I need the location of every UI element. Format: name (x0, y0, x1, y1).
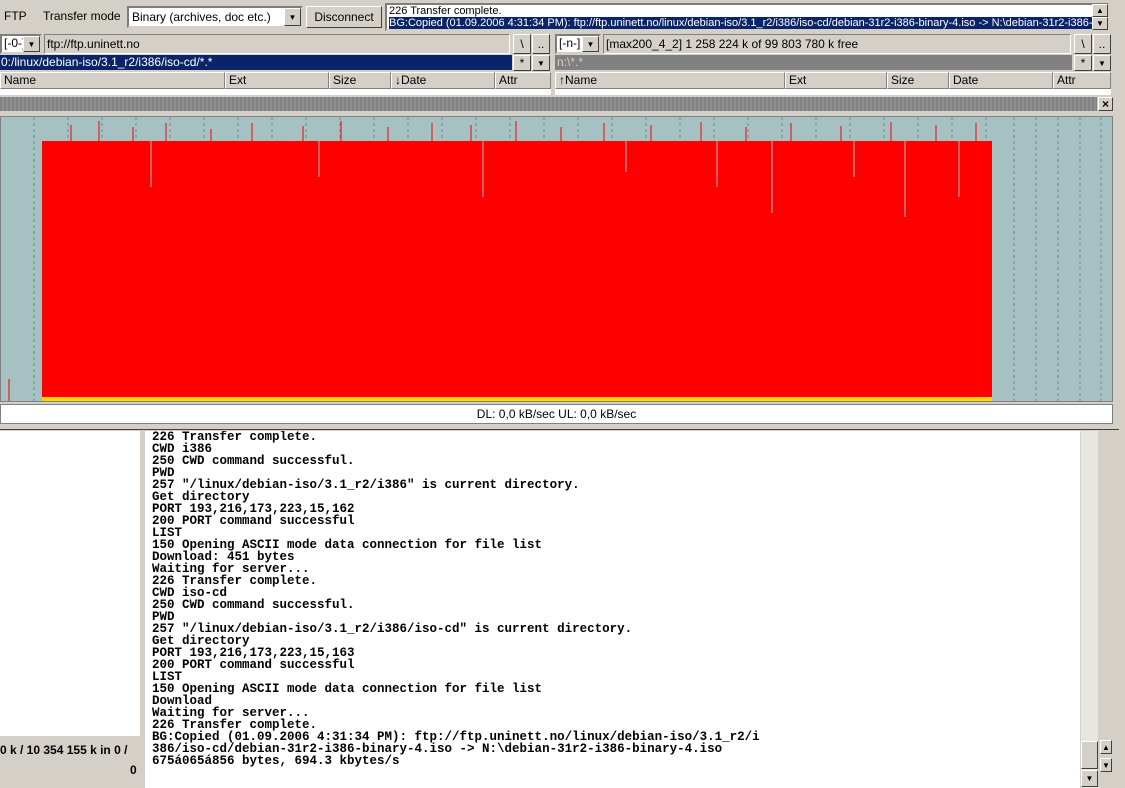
right-lower-scrollbar[interactable]: ▲ ▼ (1100, 740, 1112, 788)
graph-status-bar: DL: 0,0 kB/sec UL: 0,0 kB/sec (0, 404, 1113, 424)
right-filter-button[interactable]: * (1074, 55, 1092, 71)
column-ext[interactable]: Ext (225, 72, 329, 89)
log-line: 200 PORT command successful (152, 514, 355, 528)
ftp-label: FTP (4, 9, 27, 23)
scroll-down-icon[interactable]: ▼ (1100, 758, 1112, 772)
log-line: 150 Opening ASCII mode data connection f… (152, 682, 543, 696)
right-column-header: ↑Name Ext Size Date Attr (555, 72, 1111, 89)
scroll-down-icon[interactable]: ▼ (1092, 17, 1108, 30)
right-path-bar[interactable]: n:\*.* (555, 55, 1072, 70)
download-rate-area (42, 141, 992, 399)
column-size[interactable]: Size (329, 72, 391, 89)
column-ext[interactable]: Ext (785, 72, 887, 89)
right-up-button[interactable]: .. (1093, 34, 1111, 54)
column-attr[interactable]: Attr (495, 72, 551, 89)
transfer-mode-value: Binary (archives, doc etc.) (132, 10, 271, 24)
left-filter-dropdown[interactable]: ▼ (532, 55, 550, 71)
status-line: 226 Transfer complete. (389, 5, 502, 17)
log-line: 226 Transfer complete. (152, 431, 318, 444)
log-scrollbar[interactable]: ▼ (1081, 431, 1098, 788)
log-line: 250 CWD command successful. (152, 598, 355, 612)
column-date[interactable]: Date (949, 72, 1053, 89)
transfer-mode-select[interactable]: Binary (archives, doc etc.) ▼ (127, 6, 303, 28)
right-filter-dropdown[interactable]: ▼ (1093, 55, 1111, 71)
left-drive-select[interactable]: [-0-] ▼ (0, 34, 42, 54)
graph-titlebar[interactable] (0, 97, 1097, 111)
chevron-down-icon[interactable]: ▼ (284, 8, 301, 26)
scroll-up-icon[interactable]: ▲ (1100, 740, 1112, 754)
transfer-mode-label: Transfer mode (43, 9, 121, 23)
graph-window: × DL: 0,0 kB/sec UL: 0,0 kB/sec (0, 95, 1119, 430)
chevron-down-icon[interactable]: ▼ (23, 36, 40, 52)
column-date[interactable]: ↓Date (391, 72, 495, 89)
bandwidth-graph (8, 117, 1102, 401)
column-name[interactable]: Name (0, 72, 225, 89)
right-volume-text: [max200_4_2] 1 258 224 k of 99 803 780 k… (606, 37, 859, 51)
left-host-text: ftp://ftp.uninett.no (47, 37, 140, 51)
scroll-down-icon[interactable]: ▼ (1081, 770, 1098, 787)
left-path-bar[interactable]: 0:/linux/debian-iso/3.1_r2/i386/iso-cd/*… (0, 55, 512, 70)
status-scrollbar[interactable]: ▲ ▼ (1092, 4, 1108, 30)
transfer-rate-text: DL: 0,0 kB/sec UL: 0,0 kB/sec (476, 407, 637, 421)
left-root-button[interactable]: \ (513, 34, 531, 54)
left-host-label: ftp://ftp.uninett.no (44, 34, 510, 54)
status-line-selected[interactable]: BG:Copied (01.09.2006 4:31:34 PM): ftp:/… (389, 17, 1107, 29)
left-filter-button[interactable]: * (513, 55, 531, 71)
right-drive-select[interactable]: [-n-] ▼ (555, 34, 601, 54)
left-status-text: 0 k / 10 354 155 k in 0 / (0, 743, 128, 757)
scroll-up-icon[interactable]: ▲ (1092, 4, 1108, 17)
log-line: 226 Transfer complete. (152, 574, 318, 588)
column-size[interactable]: Size (887, 72, 949, 89)
column-name[interactable]: ↑Name (555, 72, 785, 89)
download-rate-spikes (70, 121, 977, 141)
transfer-status-box: 226 Transfer complete. BG:Copied (01.09.… (385, 3, 1109, 31)
left-count: 0 (130, 763, 137, 777)
ftp-log[interactable]: 226 Transfer complete. CWD i386 250 CWD co… (145, 431, 1080, 788)
log-line: 257 "/linux/debian-iso/3.1_r2/i386/iso-c… (152, 622, 633, 636)
left-up-button[interactable]: .. (532, 34, 550, 54)
disconnect-button[interactable]: Disconnect (306, 6, 382, 28)
left-lower-panel (0, 431, 140, 736)
scroll-thumb[interactable] (1081, 741, 1098, 769)
left-path-text: 0:/linux/debian-iso/3.1_r2/i386/iso-cd/*… (1, 55, 213, 69)
right-drive-value: [-n-] (559, 36, 581, 50)
log-line: 250 CWD command successful. (152, 454, 355, 468)
graph-canvas (0, 116, 1113, 402)
log-line: 200 PORT command successful (152, 658, 355, 672)
log-lines: 226 Transfer complete. CWD i386 250 CWD co… (152, 431, 1080, 767)
upload-rate-baseline (42, 397, 992, 401)
right-volume-label: [max200_4_2] 1 258 224 k of 99 803 780 k… (603, 34, 1071, 54)
chevron-down-icon[interactable]: ▼ (582, 36, 599, 52)
left-column-header: Name Ext Size ↓Date Attr (0, 72, 551, 89)
right-root-button[interactable]: \ (1074, 34, 1092, 54)
graph-close-button[interactable]: × (1098, 97, 1113, 111)
column-attr[interactable]: Attr (1053, 72, 1111, 89)
log-line: 675á065á856 bytes, 694.3 kbytes/s (152, 754, 400, 768)
log-line: 257 "/linux/debian-iso/3.1_r2/i386" is c… (152, 478, 580, 492)
right-path-text: n:\*.* (557, 55, 584, 69)
